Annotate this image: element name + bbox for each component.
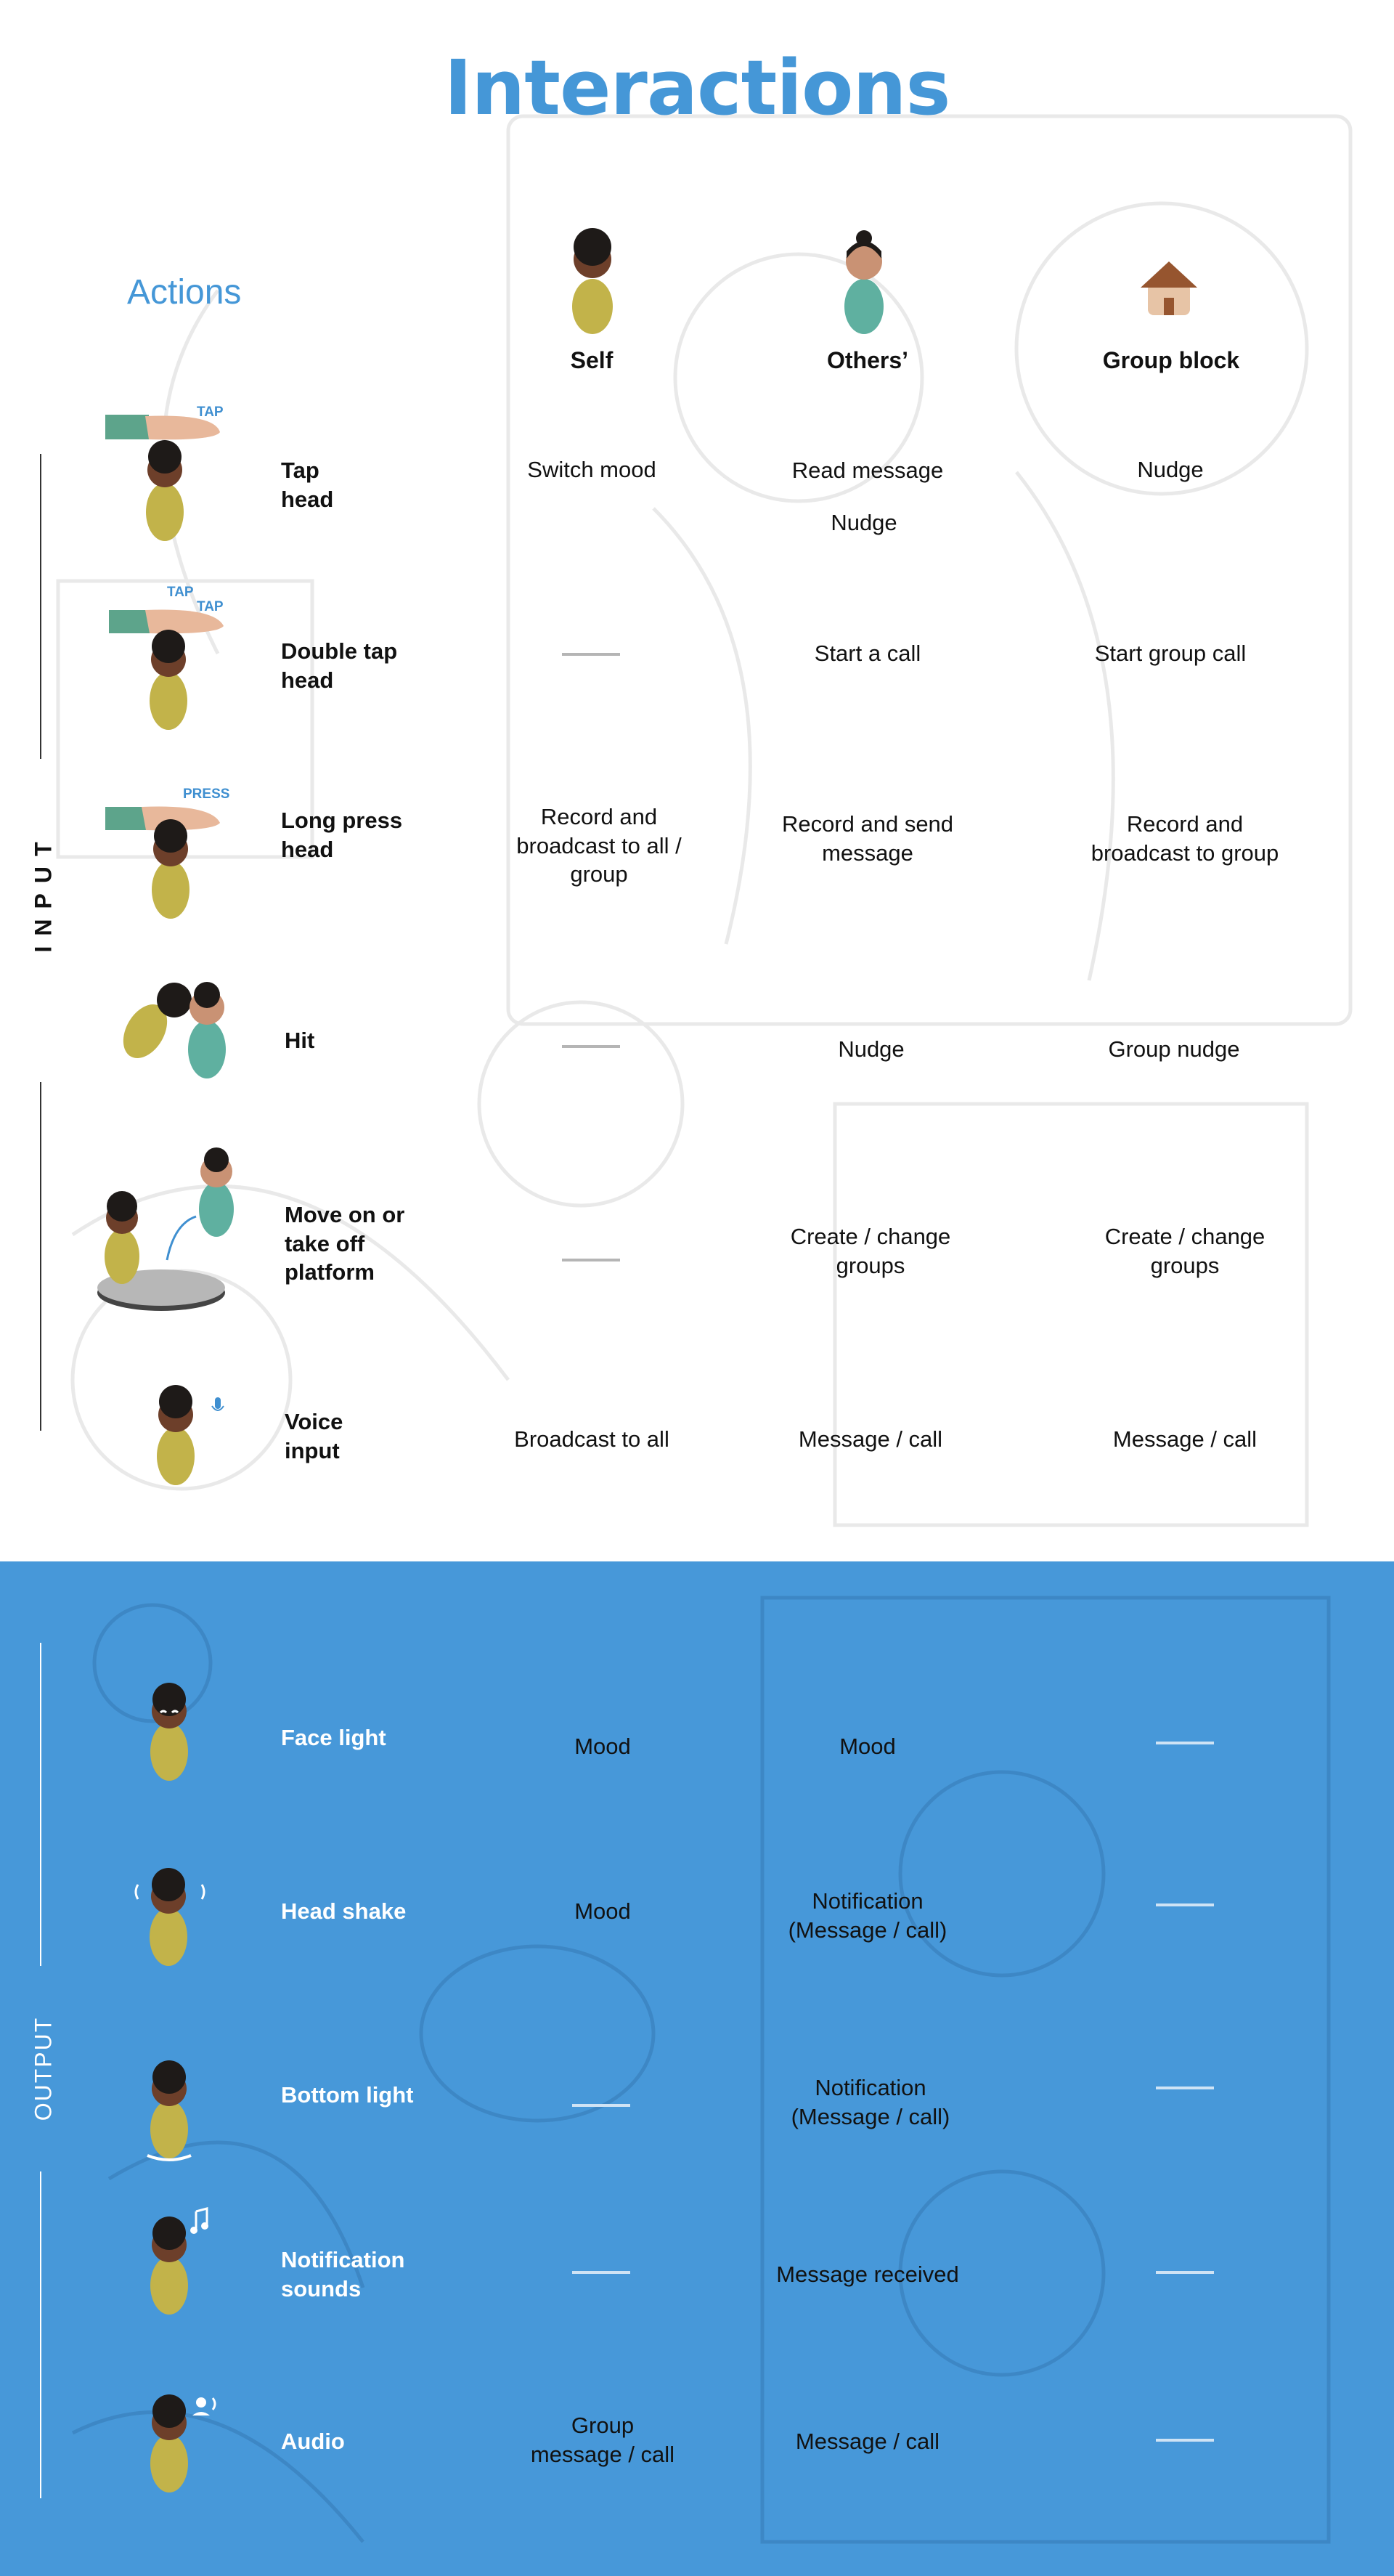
column-others: Others’ [826, 347, 909, 373]
output-rule-top [40, 1643, 41, 1966]
audio-self: Group message / call [530, 2413, 675, 2467]
long-press-illustration [105, 806, 220, 919]
output-rule-bottom [40, 2171, 41, 2498]
long-press-others: Record and send message [781, 811, 954, 866]
bottom-light-others: Notification (Message / call) [791, 2075, 950, 2129]
tap-head-others: Read message [791, 458, 944, 483]
face-light-others: Mood [839, 1734, 896, 1759]
face-light-self: Mood [574, 1734, 631, 1759]
tap-head-group: Nudge [1137, 457, 1204, 482]
row-label-hit: Hit [285, 1028, 315, 1053]
output-section-label: OUTPUT [30, 2016, 57, 2121]
audio-illustration [150, 2394, 216, 2492]
row-label-notification-sounds: Notification sounds [281, 2247, 405, 2301]
sketch-background [56, 114, 1353, 1527]
row-label-long-press: Long press head [281, 808, 403, 862]
head-shake-group-empty [1156, 1903, 1214, 1906]
hit-group: Group nudge [1108, 1036, 1240, 1062]
long-press-self: Record and broadcast to all / group [516, 804, 682, 887]
long-press-group: Record and broadcast to group [1091, 811, 1279, 866]
row-label-head-shake: Head shake [281, 1898, 407, 1924]
double-tap-group: Start group call [1094, 641, 1247, 666]
voice-input-illustration [157, 1385, 224, 1485]
row-label-bottom-light: Bottom light [281, 2082, 414, 2108]
input-rule-bottom [40, 1082, 41, 1431]
platform-group: Create / change groups [1104, 1224, 1265, 1278]
hit-illustration [123, 982, 226, 1078]
input-section-label: INPUT [30, 832, 57, 953]
tap-head-illustration [105, 415, 220, 541]
column-self: Self [570, 347, 614, 373]
tap-head-others-nudge: Nudge [831, 510, 897, 535]
other-doll-icon [844, 230, 884, 334]
notification-sounds-group-empty [1156, 2271, 1214, 2274]
notification-sounds-self-empty [572, 2271, 630, 2274]
double-tap-others: Start a call [814, 641, 921, 666]
group-block-house-icon [1141, 261, 1197, 315]
voice-group: Message / call [1112, 1426, 1258, 1452]
hit-others: Nudge [838, 1036, 905, 1062]
row-label-audio: Audio [281, 2429, 345, 2454]
notification-sounds-illustration [150, 2207, 208, 2315]
row-label-platform: Move on or take off platform [285, 1202, 405, 1285]
head-shake-others: Notification (Message / call) [788, 1888, 947, 1943]
platform-others: Create / change groups [790, 1224, 951, 1278]
bottom-light-group-empty [1156, 2087, 1214, 2089]
tap-badge-1: TAP [167, 585, 194, 600]
voice-others: Message / call [798, 1426, 943, 1452]
hit-self-empty [562, 1045, 620, 1048]
platform-self-empty [562, 1259, 620, 1261]
input-rule-top [40, 454, 41, 759]
double-tap-self-empty [562, 653, 620, 656]
tap-badge-2: TAP [197, 599, 224, 614]
notification-sounds-others: Message received [776, 2262, 959, 2287]
face-light-illustration [150, 1683, 188, 1781]
head-shake-illustration [134, 1868, 205, 1966]
actions-heading: Actions [127, 273, 242, 312]
platform-illustration [97, 1147, 234, 1311]
bottom-light-self-empty [572, 2104, 630, 2107]
voice-self: Broadcast to all [514, 1426, 669, 1452]
bottom-light-illustration [147, 2060, 192, 2161]
head-shake-self: Mood [574, 1898, 631, 1924]
press-badge: PRESS [183, 787, 230, 802]
page-title: Interactions [444, 44, 951, 132]
column-group-block: Group block [1102, 347, 1240, 373]
tap-head-self: Switch mood [527, 457, 656, 482]
tap-badge: TAP [197, 405, 224, 420]
row-label-double-tap: Double tap head [281, 638, 398, 693]
face-light-group-empty [1156, 1742, 1214, 1744]
row-label-tap-head: Tap head [281, 458, 334, 512]
row-label-voice-input: Voice input [285, 1409, 343, 1463]
audio-group-empty [1156, 2439, 1214, 2442]
audio-others: Message / call [795, 2429, 940, 2454]
row-label-face-light: Face light [281, 1725, 386, 1750]
self-doll-icon [572, 228, 613, 334]
